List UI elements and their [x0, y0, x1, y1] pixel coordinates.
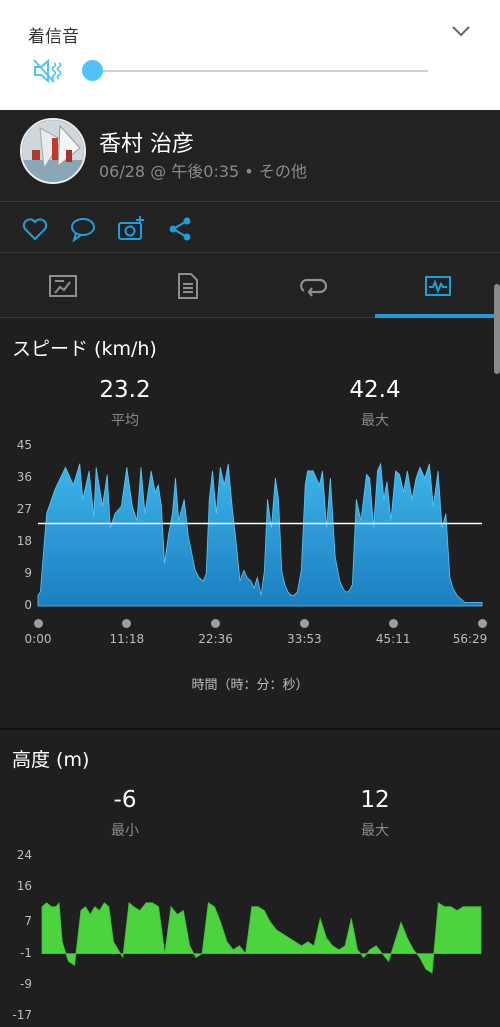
elevation-max-label: 最大 — [361, 823, 389, 839]
tab-laps[interactable] — [250, 254, 375, 318]
summary-icon — [48, 275, 77, 297]
chevron-down-icon[interactable] — [450, 22, 472, 40]
speed-x-tick-dot — [211, 619, 221, 628]
active-tab-indicator — [375, 314, 500, 318]
elevation-chart — [41, 901, 482, 974]
speed-avg-label: 平均 — [111, 413, 139, 429]
speed-x-tick-label: 33:53 — [287, 632, 322, 646]
volume-slider-track[interactable] — [92, 70, 428, 72]
vibrate-mute-icon[interactable] — [32, 57, 64, 85]
speed-x-tick-dot — [122, 619, 132, 628]
speed-area — [37, 462, 483, 607]
speed-avg-value: 23.2 — [99, 377, 151, 403]
speed-max-value: 42.4 — [349, 377, 401, 403]
share-icon[interactable] — [166, 215, 194, 243]
details-icon — [177, 273, 198, 299]
elevation-min-value: -6 — [113, 787, 137, 813]
comment-icon[interactable] — [69, 215, 97, 243]
speed-max-label: 最大 — [361, 413, 389, 429]
heart-icon[interactable] — [21, 215, 49, 243]
activity-meta: 06/28 @ 午後0:35 • その他 — [99, 162, 307, 181]
speed-x-tick-label: 0:00 — [24, 632, 52, 646]
speed-x-tick-label: 45:11 — [375, 632, 411, 646]
elevation-title: 高度 (m) — [12, 749, 90, 771]
elevation-min-label: 最小 — [111, 823, 139, 839]
volume-title: 着信音 — [28, 27, 79, 47]
avatar[interactable] — [20, 118, 86, 184]
charts-icon — [424, 276, 451, 296]
tab-summary[interactable] — [0, 254, 125, 318]
tab-charts[interactable] — [375, 254, 500, 318]
elevation-area — [41, 901, 482, 974]
volume-slider-thumb[interactable] — [82, 60, 103, 81]
speed-x-tick-dot — [388, 619, 398, 628]
tab-bar — [0, 254, 500, 318]
speed-x-tick-label: 56:29 — [452, 632, 488, 646]
section-divider — [0, 728, 500, 730]
scroll-indicator — [494, 284, 500, 374]
speed-x-tick-dot — [477, 619, 487, 628]
speed-x-tick-dot — [299, 619, 309, 628]
speed-title: スピード (km/h) — [12, 338, 157, 360]
elevation-max-value: 12 — [360, 787, 390, 813]
laps-icon — [299, 278, 327, 297]
activity-header: 香村 治彦 06/28 @ 午後0:35 • その他 — [0, 110, 500, 202]
volume-panel: 着信音 — [0, 0, 500, 110]
speed-chart — [37, 462, 483, 607]
speed-x-caption: 時間（時：分：秒） — [191, 678, 309, 693]
user-name[interactable]: 香村 治彦 — [99, 126, 194, 158]
add-photo-icon[interactable] — [117, 215, 145, 243]
speed-x-tick-label: 11:18 — [109, 632, 145, 646]
action-bar — [0, 203, 500, 253]
tab-details[interactable] — [125, 254, 250, 318]
speed-x-tick-dot — [33, 619, 43, 628]
speed-x-tick-label: 22:36 — [198, 632, 233, 646]
